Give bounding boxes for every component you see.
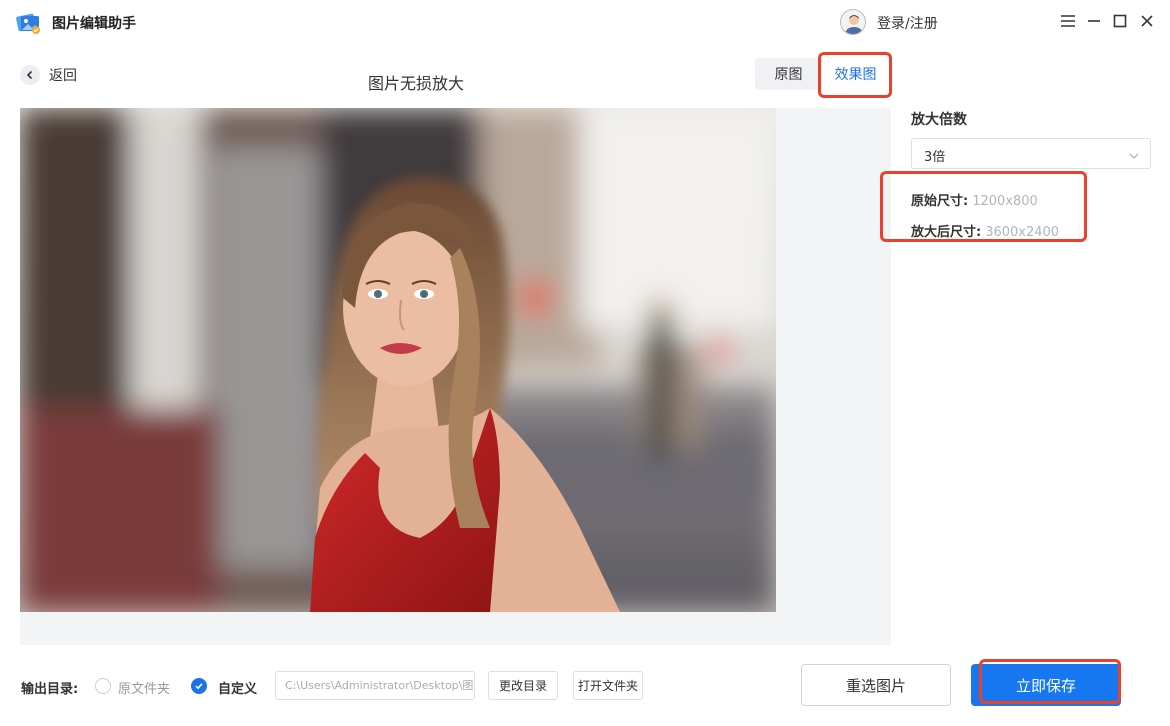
radio-source-folder-label[interactable]: 原文件夹 bbox=[118, 678, 170, 697]
title-bar: 图片编辑助手 登录/注册 bbox=[0, 0, 1170, 44]
close-icon[interactable] bbox=[1136, 10, 1158, 32]
enlarged-size-label: 放大后尺寸: bbox=[911, 225, 982, 240]
scale-select-value: 3倍 bbox=[924, 150, 946, 165]
change-dir-button[interactable]: 更改目录 bbox=[488, 671, 558, 700]
tab-original[interactable]: 原图 bbox=[755, 58, 822, 90]
original-size-label: 原始尺寸: bbox=[911, 194, 969, 209]
radio-source-folder[interactable] bbox=[95, 678, 111, 694]
preview-area bbox=[20, 108, 891, 645]
original-size-row: 原始尺寸: 1200x800 bbox=[911, 190, 1038, 209]
minimize-icon[interactable] bbox=[1083, 10, 1105, 32]
open-folder-button[interactable]: 打开文件夹 bbox=[573, 671, 643, 700]
view-toggle: 原图 效果图 bbox=[755, 58, 889, 90]
enlarged-size-value: 3600x2400 bbox=[985, 225, 1060, 240]
back-button[interactable]: 返回 bbox=[20, 64, 77, 86]
chevron-down-icon bbox=[1128, 147, 1140, 166]
output-dir-label: 输出目录: bbox=[21, 682, 79, 697]
preview-image bbox=[20, 108, 776, 612]
chevron-left-icon bbox=[20, 65, 40, 85]
maximize-icon[interactable] bbox=[1109, 10, 1131, 32]
scale-label: 放大倍数 bbox=[911, 112, 967, 128]
app-title: 图片编辑助手 bbox=[52, 16, 136, 32]
login-register-link[interactable]: 登录/注册 bbox=[877, 13, 938, 33]
page-title: 图片无损放大 bbox=[368, 74, 465, 93]
output-path-input[interactable]: C:\Users\Administrator\Desktop\图 bbox=[275, 671, 475, 700]
original-size-value: 1200x800 bbox=[972, 194, 1038, 209]
radio-custom-label[interactable]: 自定义 bbox=[218, 678, 257, 697]
radio-custom[interactable] bbox=[191, 678, 207, 694]
reselect-image-button[interactable]: 重选图片 bbox=[801, 664, 951, 706]
scale-select[interactable]: 3倍 bbox=[911, 138, 1151, 169]
user-avatar-icon[interactable] bbox=[840, 9, 866, 35]
app-logo-icon bbox=[14, 8, 42, 36]
enlarged-size-row: 放大后尺寸: 3600x2400 bbox=[911, 221, 1059, 240]
tab-effect[interactable]: 效果图 bbox=[822, 58, 889, 90]
menu-icon[interactable] bbox=[1057, 10, 1079, 32]
check-icon bbox=[195, 683, 203, 690]
back-label: 返回 bbox=[49, 68, 77, 84]
save-now-button[interactable]: 立即保存 bbox=[971, 664, 1121, 706]
